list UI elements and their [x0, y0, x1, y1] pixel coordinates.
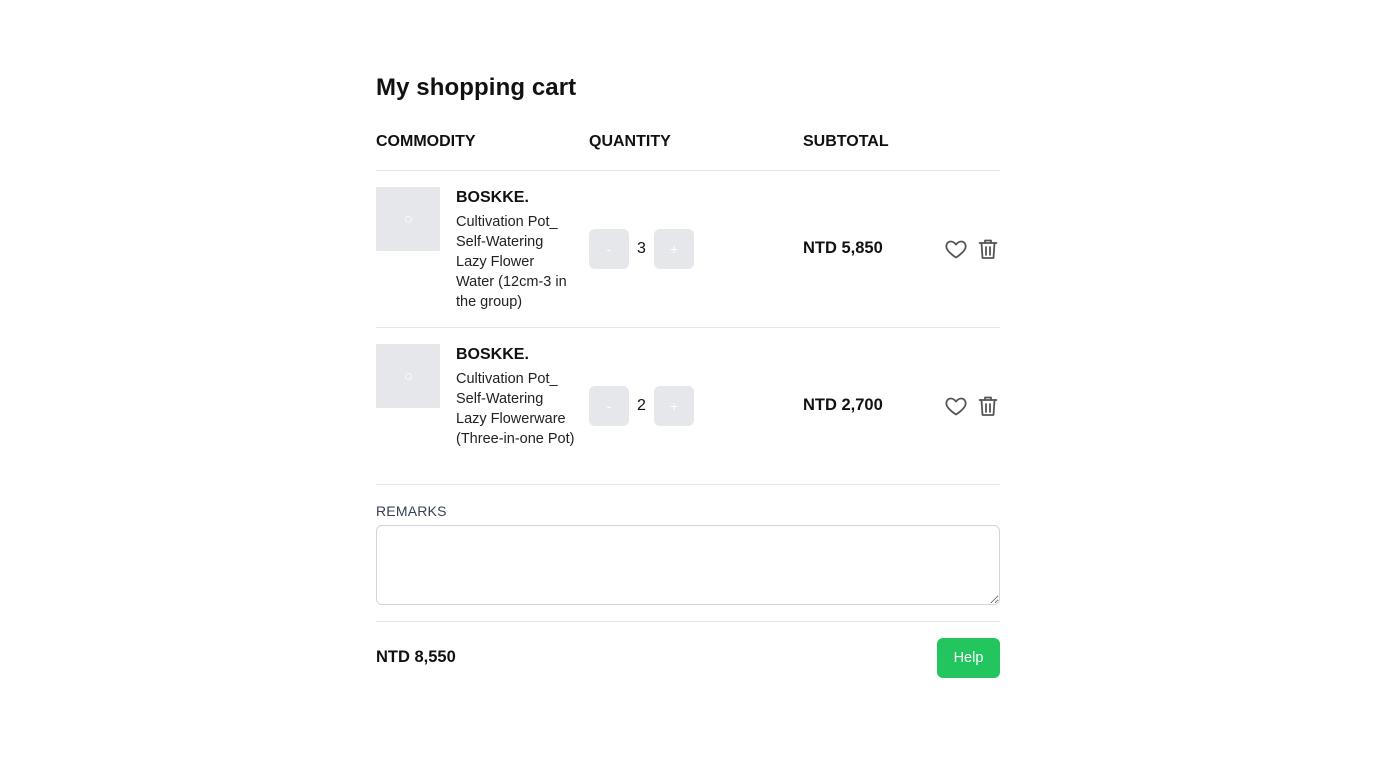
column-header-subtotal: SUBTOTAL: [803, 133, 889, 150]
trash-icon[interactable]: [976, 394, 1000, 418]
divider: [376, 484, 1000, 485]
column-header-quantity: QUANTITY: [589, 133, 671, 150]
decrease-quantity-button[interactable]: -: [589, 386, 629, 426]
increase-quantity-button[interactable]: +: [654, 229, 694, 269]
cart-item: BOSKKE. Cultivation Pot_ Self-Watering L…: [376, 171, 1000, 327]
decrease-quantity-button[interactable]: -: [589, 229, 629, 269]
page-title: My shopping cart: [376, 74, 577, 101]
remarks-textarea[interactable]: [376, 525, 1000, 605]
product-brand: BOSKKE.: [456, 346, 529, 363]
divider: [376, 621, 1000, 622]
remarks-label: REMARKS: [376, 503, 447, 519]
product-name: Cultivation Pot_ Self-Watering Lazy Flow…: [456, 214, 567, 310]
product-thumbnail: [376, 344, 440, 408]
product-thumbnail: [376, 187, 440, 251]
heart-icon[interactable]: [944, 237, 968, 261]
product-name: Cultivation Pot_ Self-Watering Lazy Flow…: [456, 371, 575, 447]
item-subtotal: NTD 5,850: [803, 239, 883, 257]
heart-icon[interactable]: [944, 394, 968, 418]
image-placeholder-icon: [405, 216, 412, 223]
trash-icon[interactable]: [976, 237, 1000, 261]
column-header-commodity: COMMODITY: [376, 133, 476, 150]
quantity-value: 2: [637, 397, 646, 414]
product-brand: BOSKKE.: [456, 189, 529, 206]
image-placeholder-icon: [405, 373, 412, 380]
quantity-value: 3: [637, 240, 646, 257]
item-subtotal: NTD 2,700: [803, 396, 883, 414]
cart-item: BOSKKE. Cultivation Pot_ Self-Watering L…: [376, 328, 1000, 484]
cart-table-header: COMMODITY QUANTITY SUBTOTAL: [376, 133, 1000, 153]
cart-total: NTD 8,550: [376, 648, 456, 666]
increase-quantity-button[interactable]: +: [654, 386, 694, 426]
help-button[interactable]: Help: [937, 638, 1000, 678]
